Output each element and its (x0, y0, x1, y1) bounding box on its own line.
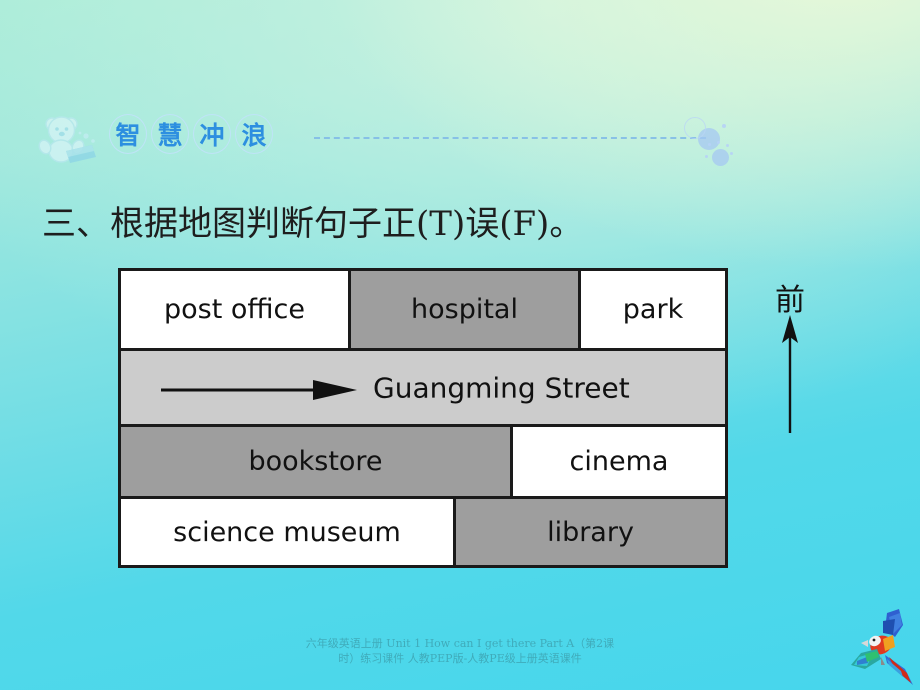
map-cell-label: post office (164, 294, 305, 325)
bubble-dot-3 (726, 144, 729, 147)
slide-canvas: 智 慧 冲 浪 三、根据地图判断句子正(T)误(F)。 post office … (0, 0, 920, 690)
bubble-decoration-small (712, 149, 729, 166)
bubble-dot-4 (730, 152, 733, 155)
bubble-dot-2 (717, 141, 720, 144)
map-cell-cinema: cinema (513, 427, 725, 499)
map-cell-park: park (581, 271, 725, 351)
banner-title-char-4: 浪 (234, 113, 274, 155)
parrot-icon (843, 607, 915, 687)
map-cell-label: hospital (411, 294, 518, 325)
banner-title-char-2: 慧 (150, 113, 190, 155)
banner-title-char-4-label: 浪 (241, 121, 267, 150)
street-name-label: Guangming Street (373, 371, 630, 404)
banner-title: 智 慧 冲 浪 (108, 113, 274, 155)
banner-dashed-line (314, 137, 706, 139)
bear-mascot-icon (36, 111, 102, 167)
map-cell-bookstore: bookstore (121, 427, 513, 499)
footer-caption-line-1: 六年级英语上册 Unit 1 How can I get there Part … (305, 637, 615, 650)
bubble-dot-1 (708, 143, 711, 146)
map-row: bookstore cinema (121, 427, 725, 499)
question-heading: 三、根据地图判断句子正(T)误(F)。 (42, 204, 584, 244)
banner-title-char-1-label: 智 (115, 121, 141, 150)
direction-indicator: 前 (760, 275, 820, 435)
right-arrow-icon (161, 377, 357, 400)
map-cell-science-museum: science museum (121, 499, 456, 565)
map-row-street: Guangming Street (121, 351, 725, 427)
bubble-dot-5 (705, 155, 708, 158)
banner-title-char-3: 冲 (192, 113, 232, 155)
footer-caption-line-2: 时）练习课件 人教PEP版-人教PE级上册英语课件 (338, 652, 582, 665)
footer-caption: 六年级英语上册 Unit 1 How can I get there Part … (0, 636, 920, 666)
map-cell-label: library (547, 516, 634, 548)
map-cell-label: bookstore (248, 446, 383, 477)
map-table: post office hospital park Guangming Stre… (118, 268, 728, 568)
bubble-decoration-ring (684, 117, 706, 139)
bubble-dot-6 (722, 124, 726, 128)
banner-title-char-1: 智 (108, 113, 148, 155)
map-cell-hospital: hospital (351, 271, 581, 351)
direction-label: 前 (775, 283, 805, 318)
up-arrow-icon (774, 315, 806, 433)
map-cell-library: library (456, 499, 725, 565)
banner-title-char-3-label: 冲 (199, 121, 225, 150)
map-cell-street: Guangming Street (121, 351, 725, 427)
map-cell-label: cinema (569, 446, 669, 477)
map-cell-label: science museum (173, 516, 401, 548)
map-row: science museum library (121, 499, 725, 565)
section-banner: 智 慧 冲 浪 (36, 105, 733, 167)
banner-title-char-2-label: 慧 (157, 121, 183, 150)
map-cell-label: park (622, 294, 684, 325)
map-cell-post-office: post office (121, 271, 351, 351)
map-row: post office hospital park (121, 271, 725, 351)
